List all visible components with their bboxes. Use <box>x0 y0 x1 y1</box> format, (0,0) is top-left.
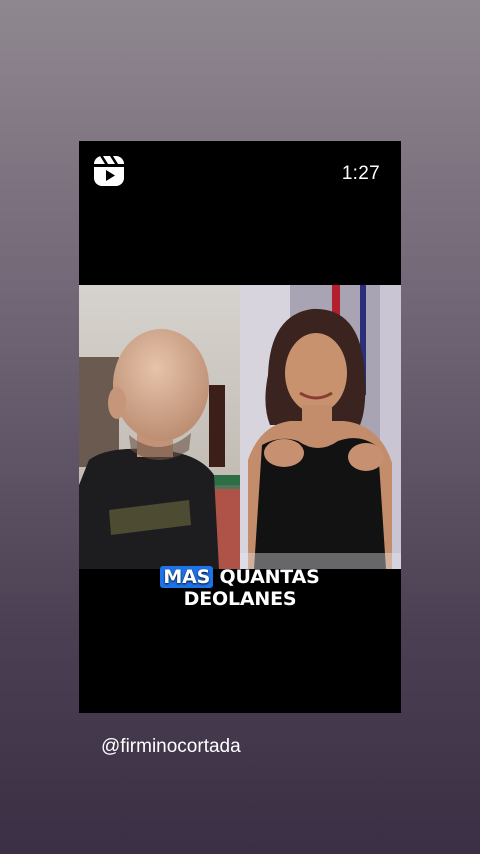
video-left-panel <box>79 285 240 569</box>
caption-line-2: DEOLANES <box>183 588 297 610</box>
reel-card[interactable]: 1:27 MAS QUANTAS DEOLANES <box>79 141 401 713</box>
reels-icon <box>94 156 124 186</box>
duration-label: 1:27 <box>341 163 380 184</box>
woman-scene <box>240 285 401 569</box>
man-scene <box>79 285 240 569</box>
caption-highlight-word: MAS <box>160 566 214 588</box>
mention-sticker[interactable]: @firminocortada <box>101 736 241 758</box>
video-right-panel <box>240 285 401 569</box>
caption-line-1: MAS QUANTAS <box>79 566 401 588</box>
video-frame[interactable] <box>79 285 401 569</box>
caption-line-1-rest: QUANTAS <box>213 566 320 588</box>
story-screen: { "post": { "duration": "1:27", "icon": … <box>0 0 480 854</box>
